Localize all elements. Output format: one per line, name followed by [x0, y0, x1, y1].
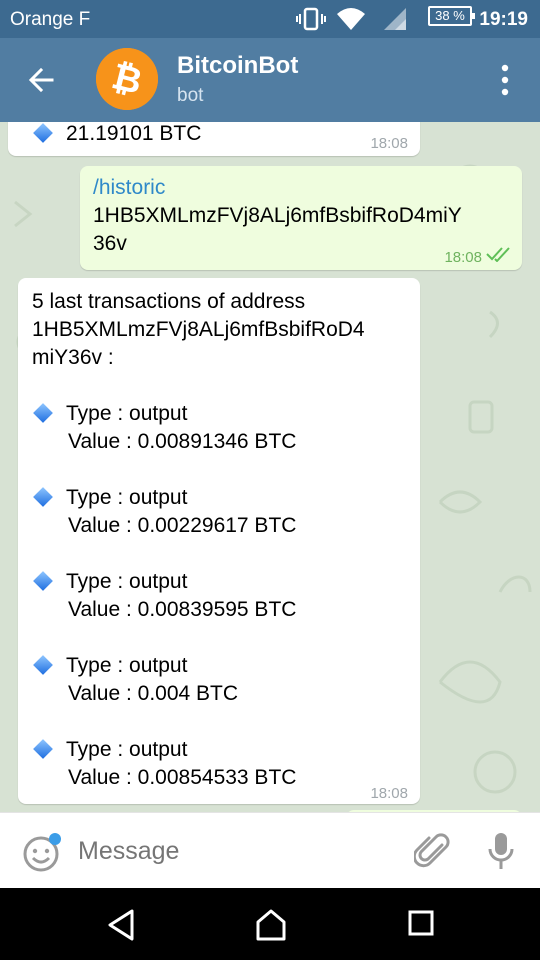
carrier-name: Orange F: [10, 9, 91, 30]
emoji-button[interactable]: [22, 833, 61, 872]
chat-title[interactable]: BitcoinBot: [177, 52, 298, 80]
transaction-type: Type : output: [66, 738, 188, 761]
bitcoin-logo-icon: ₿: [96, 48, 158, 110]
smiley-icon: [23, 833, 61, 872]
microphone-icon: [488, 833, 514, 869]
chat-subtitle: bot: [177, 85, 204, 106]
message-time: 18:08: [370, 785, 408, 802]
message-input[interactable]: [78, 837, 378, 866]
transaction-item: Type : output Value : 0.00891346 BTC: [32, 400, 416, 456]
blue-diamond-icon: [33, 571, 53, 591]
more-vertical-icon: [501, 64, 509, 96]
clock: 19:19: [479, 9, 528, 30]
transaction-item: Type : output Value : 0.00229617 BTC: [32, 484, 416, 540]
blue-diamond-icon: [33, 403, 53, 423]
voice-record-button[interactable]: [486, 831, 516, 871]
message-text: 5 last transactions of address 1HB5XMLmz…: [32, 288, 416, 792]
intro-line: 1HB5XMLmzFVj8ALj6mfBsbifRoD4: [32, 318, 365, 341]
address-line: 1HB5XMLmzFVj8ALj6mfBsbifRoD4miY: [93, 204, 462, 227]
transaction-value: Value : 0.00229617 BTC: [68, 514, 297, 537]
double-check-icon: [486, 247, 510, 262]
transaction-value: Value : 0.00854533 BTC: [68, 766, 297, 789]
message-bubble-incoming[interactable]: 5 last transactions of address 1HB5XMLmz…: [18, 278, 420, 804]
blue-diamond-icon: [33, 655, 53, 675]
transaction-type: Type : output: [66, 486, 188, 509]
transaction-type: Type : output: [66, 402, 188, 425]
message-input-bar: [0, 812, 540, 888]
transaction-type: Type : output: [66, 654, 188, 677]
message-bubble-incoming[interactable]: 21.19101 BTC 18:08: [8, 122, 420, 156]
arrow-left-icon: [28, 67, 54, 93]
blue-diamond-icon: [33, 739, 53, 759]
chat-header: ₿ BitcoinBot bot: [0, 38, 540, 122]
transaction-value: Value : 0.004 BTC: [68, 682, 239, 705]
status-bar: Orange F 38 % 19:19: [0, 0, 540, 38]
back-button[interactable]: [20, 58, 64, 102]
more-menu-button[interactable]: [490, 62, 520, 98]
intro-line: miY36v :: [32, 346, 114, 369]
recents-square-icon[interactable]: [406, 908, 436, 938]
intro-line: 5 last transactions of address: [32, 290, 306, 313]
transaction-item: Type : output Value : 0.00839595 BTC: [32, 568, 416, 624]
message-text: 21.19101 BTC: [32, 122, 201, 148]
signal-icon: [382, 6, 408, 37]
message-bubble-outgoing[interactable]: /historic 1HB5XMLmzFVj8ALj6mfBsbifRoD4mi…: [80, 166, 522, 270]
wifi-icon: [336, 6, 366, 37]
message-time: 18:08: [444, 249, 482, 266]
transaction-item: Type : output Value : 0.00854533 BTC: [32, 736, 416, 792]
avatar[interactable]: ₿: [96, 48, 158, 110]
battery-indicator: 38 %: [428, 6, 475, 26]
message-time: 18:08: [370, 135, 408, 152]
blue-diamond-icon: [33, 123, 53, 143]
blue-diamond-icon: [33, 487, 53, 507]
bot-command-link[interactable]: /historic: [93, 174, 518, 202]
chat-area[interactable]: 21.19101 BTC 18:08 /historic 1HB5XMLmzFV…: [0, 122, 540, 812]
paperclip-icon: [412, 833, 450, 868]
attach-button[interactable]: [412, 831, 450, 871]
transaction-value: Value : 0.00839595 BTC: [68, 598, 297, 621]
transaction-value: Value : 0.00891346 BTC: [68, 430, 297, 453]
home-icon[interactable]: [254, 908, 288, 942]
back-triangle-icon[interactable]: [106, 908, 136, 942]
system-nav-bar: [0, 888, 540, 960]
transaction-item: Type : output Value : 0.004 BTC: [32, 652, 416, 708]
vibrate-icon: [296, 6, 326, 37]
transaction-type: Type : output: [66, 570, 188, 593]
